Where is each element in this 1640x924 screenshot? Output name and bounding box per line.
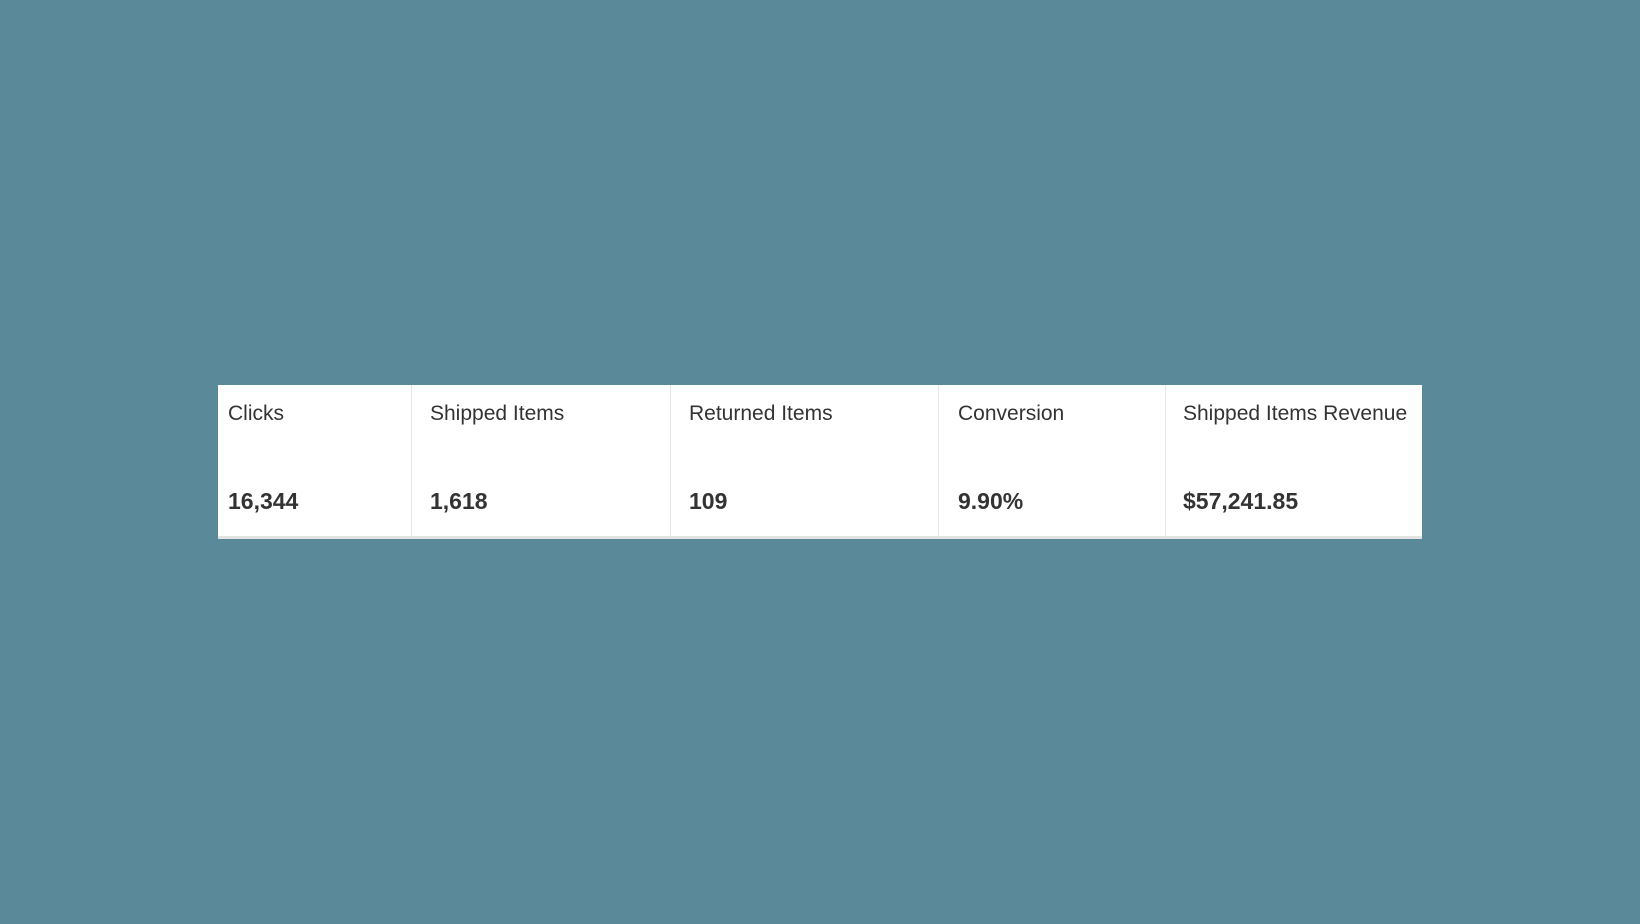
metric-clicks: Clicks 16,344 — [218, 385, 411, 536]
metric-label: Conversion — [958, 402, 1065, 425]
metric-value: 9.90% — [958, 488, 1024, 514]
metrics-summary-table: Clicks 16,344 Shipped Items 1,618 Return… — [218, 385, 1422, 539]
metric-value: 109 — [689, 488, 728, 514]
metric-shipped-items-revenue: Shipped Items Revenue $57,241.85 — [1165, 385, 1422, 536]
metric-conversion: Conversion 9.90% — [938, 385, 1165, 536]
metric-returned-items: Returned Items 109 — [670, 385, 938, 536]
metric-value: 1,618 — [430, 488, 488, 514]
metric-label: Clicks — [228, 402, 284, 425]
metric-label: Shipped Items — [430, 402, 565, 425]
metric-label: Returned Items — [689, 402, 833, 425]
metric-value: 16,344 — [228, 488, 299, 514]
metric-value: $57,241.85 — [1183, 488, 1299, 514]
metric-shipped-items: Shipped Items 1,618 — [411, 385, 670, 536]
metric-label: Shipped Items Revenue — [1183, 402, 1408, 425]
